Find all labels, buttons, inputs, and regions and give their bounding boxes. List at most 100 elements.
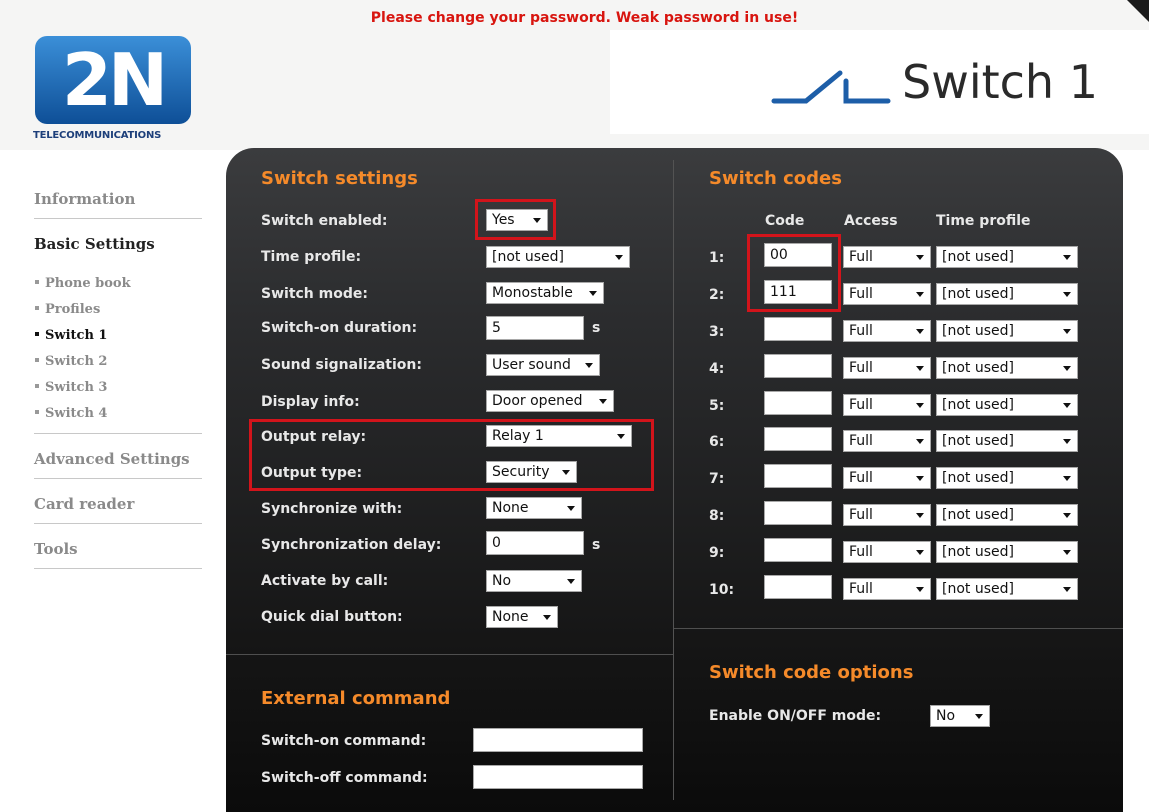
chevron-down-icon xyxy=(567,579,575,584)
time-profile-select[interactable]: [not used] xyxy=(936,320,1078,342)
nav-profiles[interactable]: Profiles xyxy=(34,297,202,323)
code-row-number: 4: xyxy=(709,361,725,377)
chevron-down-icon xyxy=(1063,476,1071,481)
code-input[interactable] xyxy=(764,427,832,451)
select-value: Full xyxy=(849,249,873,265)
nav-switch-4[interactable]: Switch 4 xyxy=(34,401,202,427)
select-value: Full xyxy=(849,397,873,413)
access-select[interactable]: Full xyxy=(843,504,931,526)
code-input[interactable] xyxy=(764,354,832,378)
nav-label: Switch 4 xyxy=(45,406,108,421)
nav-phone-book[interactable]: Phone book xyxy=(34,271,202,297)
synchronize-with-select[interactable]: None xyxy=(486,497,582,519)
access-select[interactable]: Full xyxy=(843,246,931,268)
nav-basic-settings[interactable]: Basic Settings xyxy=(34,219,202,263)
chevron-down-icon xyxy=(916,587,924,592)
quick-dial-button-select[interactable]: None xyxy=(486,606,558,628)
access-select[interactable]: Full xyxy=(843,430,931,452)
access-select[interactable]: Full xyxy=(843,578,931,600)
chevron-down-icon xyxy=(916,292,924,297)
nav-switch-1[interactable]: Switch 1 xyxy=(34,323,202,349)
access-select[interactable]: Full xyxy=(843,357,931,379)
chevron-down-icon xyxy=(1063,255,1071,260)
sound-signalization-label: Sound signalization: xyxy=(261,357,422,373)
chevron-down-icon xyxy=(1063,513,1071,518)
select-value: None xyxy=(492,500,529,516)
sidebar: Information Basic Settings Phone book Pr… xyxy=(34,180,202,569)
select-value: Full xyxy=(849,507,873,523)
code-input[interactable]: 00 xyxy=(764,243,832,267)
code-input[interactable]: 111 xyxy=(764,280,832,304)
select-value: Full xyxy=(849,360,873,376)
code-input[interactable] xyxy=(764,391,832,415)
bullet-icon xyxy=(35,280,39,284)
code-input[interactable] xyxy=(764,464,832,488)
bullet-icon xyxy=(35,384,39,388)
time-profile-select[interactable]: [not used] xyxy=(936,541,1078,563)
nav-switch-3[interactable]: Switch 3 xyxy=(34,375,202,401)
activate-by-call-label: Activate by call: xyxy=(261,573,389,589)
time-profile-select[interactable]: [not used] xyxy=(486,246,630,268)
nav-switch-2[interactable]: Switch 2 xyxy=(34,349,202,375)
code-row-number: 8: xyxy=(709,508,725,524)
sound-signalization-select[interactable]: User sound xyxy=(486,354,600,376)
time-profile-select[interactable]: [not used] xyxy=(936,357,1078,379)
time-profile-select[interactable]: [not used] xyxy=(936,430,1078,452)
access-select[interactable]: Full xyxy=(843,320,931,342)
nav-tools[interactable]: Tools xyxy=(34,524,202,569)
code-input[interactable] xyxy=(764,538,832,562)
time-profile-select[interactable]: [not used] xyxy=(936,504,1078,526)
access-select[interactable]: Full xyxy=(843,283,931,305)
select-value: [not used] xyxy=(942,323,1014,339)
access-column-header: Access xyxy=(844,213,898,229)
chevron-down-icon xyxy=(599,399,607,404)
switch-on-duration-input[interactable]: 5 xyxy=(486,316,584,340)
time-profile-select[interactable]: [not used] xyxy=(936,394,1078,416)
display-info-select[interactable]: Door opened xyxy=(486,390,614,412)
code-row-number: 7: xyxy=(709,471,725,487)
nav-advanced-settings[interactable]: Advanced Settings xyxy=(34,434,202,479)
synchronize-with-label: Synchronize with: xyxy=(261,501,403,517)
switch-mode-select[interactable]: Monostable xyxy=(486,282,604,304)
time-profile-select[interactable]: [not used] xyxy=(936,283,1078,305)
switch-off-command-input[interactable] xyxy=(473,765,643,789)
section-divider xyxy=(226,654,673,655)
logo-subtitle: TELECOMMUNICATIONS xyxy=(33,130,162,141)
time-profile-select[interactable]: [not used] xyxy=(936,578,1078,600)
nav-information[interactable]: Information xyxy=(34,180,202,219)
code-row-number: 1: xyxy=(709,250,725,266)
synchronization-delay-input[interactable]: 0 xyxy=(486,531,584,555)
access-select[interactable]: Full xyxy=(843,467,931,489)
time-profile-select[interactable]: [not used] xyxy=(936,467,1078,489)
access-select[interactable]: Full xyxy=(843,541,931,563)
section-divider xyxy=(674,628,1123,629)
switch-on-command-input[interactable] xyxy=(473,728,643,752)
chevron-down-icon xyxy=(1063,366,1071,371)
chevron-down-icon xyxy=(567,506,575,511)
switch-code-options-title: Switch code options xyxy=(709,662,914,683)
select-value: Full xyxy=(849,286,873,302)
access-select[interactable]: Full xyxy=(843,394,931,416)
select-value: [not used] xyxy=(942,360,1014,376)
bullet-icon xyxy=(35,410,39,414)
bullet-icon xyxy=(35,306,39,310)
select-value: Full xyxy=(849,581,873,597)
select-value: Full xyxy=(849,544,873,560)
time-profile-column-header: Time profile xyxy=(936,213,1031,229)
chevron-down-icon xyxy=(615,255,623,260)
select-value: [not used] xyxy=(942,544,1014,560)
chevron-down-icon xyxy=(916,255,924,260)
code-input[interactable] xyxy=(764,575,832,599)
switch-codes-title: Switch codes xyxy=(709,168,842,189)
select-value: [not used] xyxy=(942,581,1014,597)
nav-submenu: Phone book Profiles Switch 1 Switch 2 Sw… xyxy=(34,263,202,434)
chevron-down-icon xyxy=(1063,292,1071,297)
time-profile-select[interactable]: [not used] xyxy=(936,246,1078,268)
code-input[interactable] xyxy=(764,501,832,525)
enable-on-off-mode-select[interactable]: No xyxy=(930,705,990,727)
select-value: [not used] xyxy=(942,507,1014,523)
select-value: Full xyxy=(849,323,873,339)
code-input[interactable] xyxy=(764,317,832,341)
activate-by-call-select[interactable]: No xyxy=(486,570,582,592)
nav-card-reader[interactable]: Card reader xyxy=(34,479,202,524)
